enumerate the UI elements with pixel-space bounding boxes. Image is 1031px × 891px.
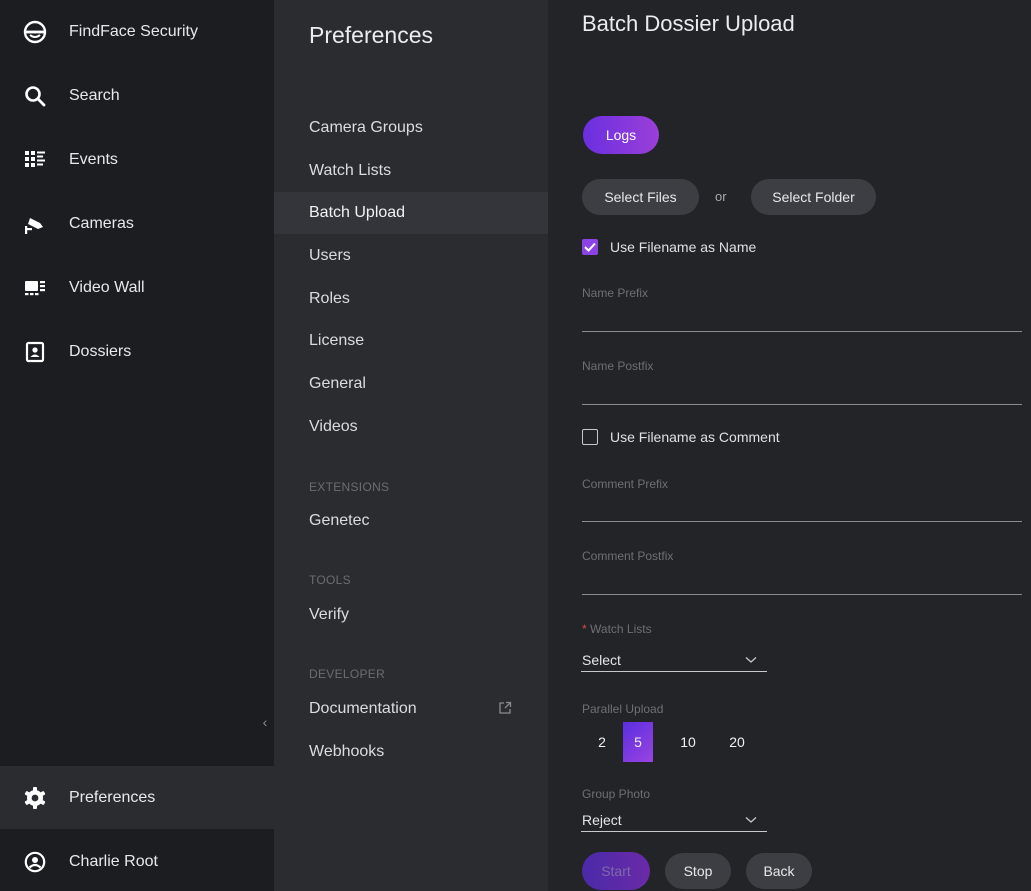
video-wall-icon (22, 275, 48, 301)
main-content: Batch Dossier Upload Logs Select Files o… (548, 0, 1031, 891)
watch-lists-select-value: Select (582, 651, 621, 668)
sidebar-item-label: Video Wall (69, 278, 145, 296)
preferences-menu: Preferences Camera Groups Watch Lists Ba… (274, 0, 548, 891)
chevron-down-icon (745, 651, 757, 669)
group-photo-label: Group Photo (582, 787, 651, 801)
pref-item-license[interactable]: License (274, 320, 548, 362)
start-button[interactable]: Start (582, 852, 650, 890)
findface-logo-icon (22, 19, 48, 45)
collapse-sidebar-button[interactable]: ‹ (258, 712, 272, 732)
sidebar-item-user[interactable]: Charlie Root (0, 830, 274, 891)
parallel-upload-option-5[interactable]: 5 (623, 722, 653, 762)
search-icon (22, 83, 48, 109)
gear-icon (22, 785, 48, 811)
pref-item-webhooks[interactable]: Webhooks (274, 731, 548, 773)
pref-item-watch-lists[interactable]: Watch Lists (274, 150, 548, 192)
camera-icon (22, 211, 48, 237)
pref-item-documentation[interactable]: Documentation (274, 688, 548, 730)
external-link-icon (498, 701, 512, 720)
name-prefix-input[interactable] (582, 304, 1022, 332)
pref-item-batch-upload[interactable]: Batch Upload (274, 192, 548, 234)
name-postfix-label: Name Postfix (582, 359, 654, 373)
sidebar: FindFace Security Search Events Cameras … (0, 0, 274, 891)
parallel-upload-option-20[interactable]: 20 (722, 722, 752, 762)
watch-lists-label-text: Watch Lists (590, 622, 652, 636)
watch-lists-select[interactable]: Select (581, 648, 767, 672)
user-avatar-icon (22, 849, 48, 875)
sidebar-item-label: Events (69, 150, 118, 168)
watch-lists-label: * Watch Lists (582, 622, 652, 636)
sidebar-item-dossiers[interactable]: Dossiers (0, 320, 274, 383)
checkbox-unchecked-icon (582, 429, 598, 445)
name-prefix-label: Name Prefix (582, 286, 649, 300)
pref-item-videos[interactable]: Videos (274, 406, 548, 448)
checkbox-checked-icon (582, 239, 598, 255)
sidebar-item-cameras[interactable]: Cameras (0, 192, 274, 255)
stop-button[interactable]: Stop (665, 853, 731, 889)
events-icon (22, 147, 48, 173)
select-folder-button[interactable]: Select Folder (751, 179, 876, 215)
sidebar-item-label: Preferences (69, 788, 156, 806)
pref-item-users[interactable]: Users (274, 235, 548, 277)
comment-postfix-input[interactable] (582, 567, 1022, 595)
sidebar-item-label: Charlie Root (69, 852, 158, 870)
sidebar-item-label: Search (69, 86, 120, 104)
comment-postfix-label: Comment Postfix (582, 549, 674, 563)
checkbox-label: Use Filename as Comment (610, 429, 780, 445)
sidebar-item-label: Dossiers (69, 342, 132, 360)
sidebar-item-events[interactable]: Events (0, 128, 274, 191)
sidebar-item-preferences[interactable]: Preferences (0, 766, 274, 829)
parallel-upload-option-2[interactable]: 2 (587, 722, 617, 762)
dossiers-icon (22, 339, 48, 365)
pref-item-verify[interactable]: Verify (274, 594, 548, 636)
sidebar-item-video-wall[interactable]: Video Wall (0, 256, 274, 319)
pref-item-general[interactable]: General (274, 363, 548, 405)
chevron-down-icon (745, 811, 757, 829)
parallel-upload-option-10[interactable]: 10 (673, 722, 703, 762)
back-button[interactable]: Back (746, 853, 812, 889)
sidebar-item-search[interactable]: Search (0, 64, 274, 127)
use-filename-as-name-checkbox[interactable]: Use Filename as Name (582, 239, 756, 255)
sidebar-item-label: Cameras (69, 214, 134, 232)
select-files-button[interactable]: Select Files (582, 179, 699, 215)
checkbox-label: Use Filename as Name (610, 239, 757, 255)
pref-item-label: Documentation (309, 700, 417, 717)
pref-item-camera-groups[interactable]: Camera Groups (274, 107, 548, 149)
comment-prefix-input[interactable] (582, 494, 1022, 522)
preferences-title: Preferences (309, 22, 434, 48)
use-filename-as-comment-checkbox[interactable]: Use Filename as Comment (582, 429, 780, 445)
section-header-extensions: EXTENSIONS (309, 480, 390, 494)
pref-item-roles[interactable]: Roles (274, 278, 548, 320)
parallel-upload-label: Parallel Upload (582, 702, 664, 716)
or-separator: or (715, 189, 727, 204)
required-mark: * (582, 622, 587, 636)
page-title: Batch Dossier Upload (582, 11, 795, 36)
section-header-tools: TOOLS (309, 573, 351, 587)
comment-prefix-label: Comment Prefix (582, 477, 669, 491)
group-photo-select-value: Reject (582, 811, 622, 828)
pref-item-genetec[interactable]: Genetec (274, 500, 548, 542)
section-header-developer: DEVELOPER (309, 667, 386, 681)
logs-button[interactable]: Logs (583, 116, 659, 154)
app-name: FindFace Security (69, 22, 198, 40)
name-postfix-input[interactable] (582, 377, 1022, 405)
group-photo-select[interactable]: Reject (581, 808, 767, 832)
app-header[interactable]: FindFace Security (0, 0, 274, 63)
